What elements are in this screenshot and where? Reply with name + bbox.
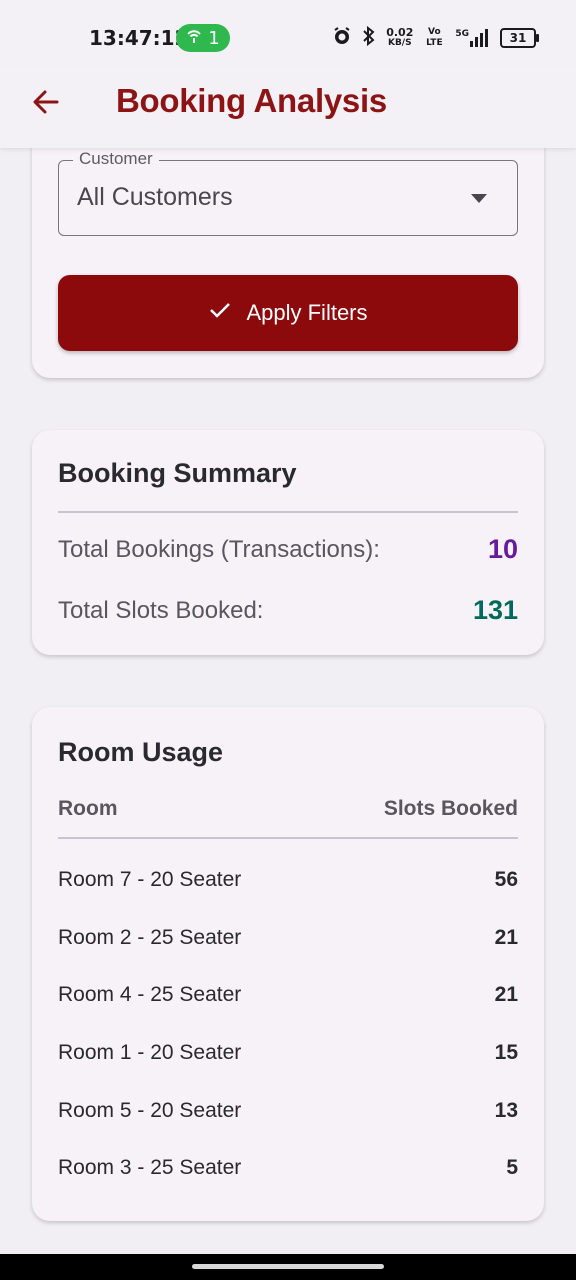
volte-label: Vo LTE	[426, 27, 443, 48]
summary-divider	[58, 511, 518, 513]
battery-level: 31	[509, 31, 527, 45]
net-speed: 0.02 KB/S	[386, 27, 413, 49]
customer-dropdown[interactable]: Customer All Customers	[58, 149, 518, 236]
bluetooth-icon	[362, 25, 376, 50]
app-bar: Booking Analysis	[0, 66, 576, 148]
table-row: Room 7 - 20 Seater 56	[58, 868, 518, 908]
home-gesture-handle[interactable]	[192, 1264, 384, 1269]
status-bar: 13:47:12 1 0.02 KB/S Vo LTE 5G 31	[0, 0, 576, 66]
check-icon	[208, 298, 232, 328]
dropdown-arrow-icon	[471, 194, 487, 203]
arrow-left-icon[interactable]	[30, 86, 62, 118]
room-name: Room 3 - 25 Seater	[58, 1156, 242, 1179]
table-divider	[58, 837, 518, 839]
status-icons: 0.02 KB/S Vo LTE 5G 31	[332, 24, 539, 52]
total-slots-label: Total Slots Booked:	[58, 597, 264, 624]
alarm-icon	[332, 26, 352, 50]
filter-card: Customer All Customers Apply Filters	[32, 120, 544, 378]
booking-summary-card: Booking Summary Total Bookings (Transact…	[32, 430, 544, 655]
room-usage-title: Room Usage	[58, 737, 224, 767]
net-speed-unit: KB/S	[387, 38, 412, 48]
total-slots-value: 131	[472, 595, 518, 625]
room-slots: 21	[494, 926, 518, 949]
table-row: Room 3 - 25 Seater 5	[58, 1156, 518, 1196]
room-name: Room 1 - 20 Seater	[58, 1041, 242, 1064]
page-title: Booking Analysis	[116, 82, 387, 119]
system-nav-bar	[0, 1254, 576, 1280]
room-slots: 56	[494, 868, 518, 891]
customer-label: Customer	[73, 149, 159, 169]
network-type: 5G	[455, 29, 469, 39]
customer-value: All Customers	[77, 183, 233, 211]
hotspot-icon	[186, 28, 202, 49]
room-name: Room 4 - 25 Seater	[58, 983, 242, 1006]
table-row: Room 5 - 20 Seater 13	[58, 1099, 518, 1139]
room-name: Room 2 - 25 Seater	[58, 926, 242, 949]
battery-icon: 31	[500, 28, 539, 48]
signal-icon: 5G	[455, 29, 490, 47]
apply-filters-button[interactable]: Apply Filters	[58, 275, 518, 351]
room-usage-card: Room Usage Room Slots Booked Room 7 - 20…	[32, 707, 544, 1221]
booking-summary-title: Booking Summary	[58, 458, 297, 488]
table-row: Room 1 - 20 Seater 15	[58, 1041, 518, 1081]
total-bookings-value: 10	[487, 534, 518, 564]
table-row: Room 4 - 25 Seater 21	[58, 983, 518, 1023]
table-row: Room 2 - 25 Seater 21	[58, 926, 518, 966]
column-header-room: Room	[58, 797, 118, 820]
room-name: Room 5 - 20 Seater	[58, 1099, 242, 1122]
hotspot-badge: 1	[176, 24, 230, 52]
net-speed-value: 0.02	[386, 26, 414, 39]
room-name: Room 7 - 20 Seater	[58, 868, 242, 891]
room-slots: 13	[494, 1099, 518, 1122]
room-slots: 5	[506, 1156, 518, 1179]
apply-filters-label: Apply Filters	[246, 300, 368, 325]
room-slots: 15	[494, 1041, 518, 1064]
hotspot-count: 1	[208, 27, 220, 49]
room-slots: 21	[494, 983, 518, 1006]
total-bookings-label: Total Bookings (Transactions):	[58, 536, 380, 563]
column-header-slots: Slots Booked	[383, 797, 518, 820]
status-time: 13:47:12	[89, 26, 189, 50]
